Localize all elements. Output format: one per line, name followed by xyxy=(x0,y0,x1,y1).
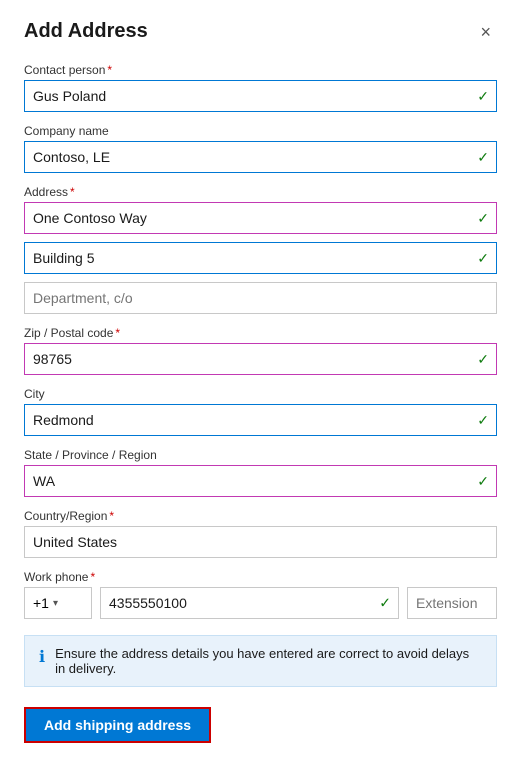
state-input[interactable] xyxy=(24,465,497,497)
country-input-wrapper xyxy=(24,526,497,558)
chevron-down-icon: ▾ xyxy=(53,598,58,609)
address-line3-wrapper xyxy=(24,282,497,314)
address-field-group: Address* ✓ ✓ xyxy=(24,185,497,314)
company-name-field: Company name ✓ xyxy=(24,124,497,173)
country-required-star: * xyxy=(109,509,114,523)
state-input-wrapper: ✓ xyxy=(24,465,497,497)
address-line1-wrapper: ✓ xyxy=(24,202,497,234)
add-shipping-address-button[interactable]: Add shipping address xyxy=(24,707,211,743)
address-label: Address* xyxy=(24,185,497,199)
contact-person-label: Contact person* xyxy=(24,63,497,77)
extension-input[interactable] xyxy=(407,587,497,619)
state-field: State / Province / Region ✓ xyxy=(24,448,497,497)
city-input-wrapper: ✓ xyxy=(24,404,497,436)
zip-input-wrapper: ✓ xyxy=(24,343,497,375)
country-label: Country/Region* xyxy=(24,509,497,523)
work-phone-field: Work phone* +1 ▾ ✓ xyxy=(24,570,497,619)
dialog-header: Add Address × xyxy=(24,20,497,43)
info-banner-text: Ensure the address details you have ente… xyxy=(55,646,482,676)
phone-prefix-value: +1 xyxy=(33,595,49,611)
dialog-title: Add Address xyxy=(24,20,148,43)
info-icon: ℹ xyxy=(39,647,45,667)
city-field: City ✓ xyxy=(24,387,497,436)
close-button[interactable]: × xyxy=(474,21,497,43)
contact-person-field: Contact person* ✓ xyxy=(24,63,497,112)
address-line3-input[interactable] xyxy=(24,282,497,314)
country-input[interactable] xyxy=(24,526,497,558)
address-fields: ✓ ✓ xyxy=(24,202,497,314)
add-address-dialog: Add Address × Contact person* ✓ Company … xyxy=(0,0,521,767)
company-name-input-wrapper: ✓ xyxy=(24,141,497,173)
zip-field: Zip / Postal code* ✓ xyxy=(24,326,497,375)
company-name-input[interactable] xyxy=(24,141,497,173)
state-label: State / Province / Region xyxy=(24,448,497,462)
phone-row: +1 ▾ ✓ xyxy=(24,587,497,619)
work-phone-label: Work phone* xyxy=(24,570,497,584)
address-line2-input[interactable] xyxy=(24,242,497,274)
address-line2-wrapper: ✓ xyxy=(24,242,497,274)
phone-number-input[interactable] xyxy=(100,587,399,619)
required-star: * xyxy=(107,63,112,77)
dialog-footer: Add shipping address xyxy=(24,707,497,743)
country-field: Country/Region* xyxy=(24,509,497,558)
contact-person-input[interactable] xyxy=(24,80,497,112)
city-input[interactable] xyxy=(24,404,497,436)
info-banner: ℹ Ensure the address details you have en… xyxy=(24,635,497,687)
phone-number-wrapper: ✓ xyxy=(100,587,399,619)
company-name-label: Company name xyxy=(24,124,497,138)
zip-label: Zip / Postal code* xyxy=(24,326,497,340)
zip-input[interactable] xyxy=(24,343,497,375)
address-required-star: * xyxy=(70,185,75,199)
zip-required-star: * xyxy=(115,326,120,340)
phone-prefix-selector[interactable]: +1 ▾ xyxy=(24,587,92,619)
contact-person-input-wrapper: ✓ xyxy=(24,80,497,112)
work-phone-required-star: * xyxy=(90,570,95,584)
city-label: City xyxy=(24,387,497,401)
address-line1-input[interactable] xyxy=(24,202,497,234)
